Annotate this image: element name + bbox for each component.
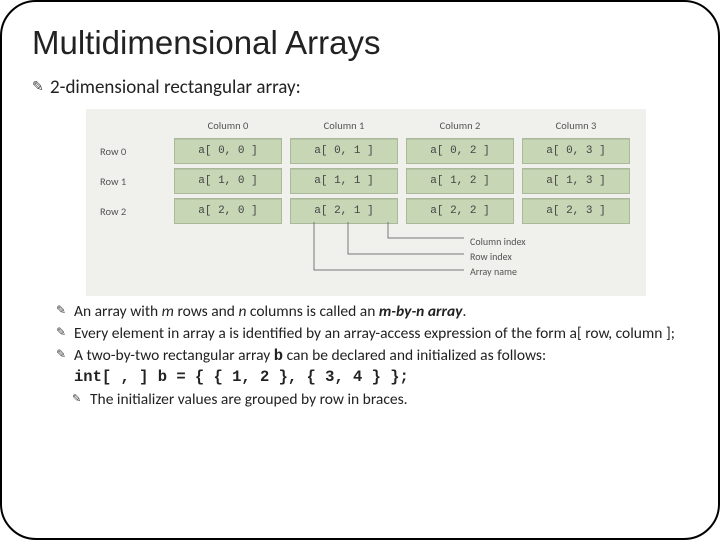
text: An array with xyxy=(74,302,162,321)
col-header-0: Column 0 xyxy=(174,119,282,134)
label-array-name: Array name xyxy=(470,264,526,279)
annotation-area: Column index Row index Array name xyxy=(174,226,636,288)
row-header-0: Row 0 xyxy=(96,145,166,158)
row-header-1: Row 1 xyxy=(96,175,166,188)
cell-1-1: a[ 1, 1 ] xyxy=(290,168,398,194)
text: A two-by-two rectangular array xyxy=(74,346,274,365)
bullet-1: An array with m rows and n columns is ca… xyxy=(56,302,682,322)
cell-2-2: a[ 2, 2 ] xyxy=(406,198,514,224)
annotation-labels: Column index Row index Array name xyxy=(470,234,526,279)
em-m: m xyxy=(162,302,174,321)
row-header-2: Row 2 xyxy=(96,205,166,218)
cell-2-1: a[ 2, 1 ] xyxy=(290,198,398,224)
array-grid: Column 0 Column 1 Column 2 Column 3 Row … xyxy=(96,119,636,224)
array-diagram: Column 0 Column 1 Column 2 Column 3 Row … xyxy=(86,109,646,296)
bullet-2: Every element in array a is identified b… xyxy=(56,324,682,344)
cell-2-0: a[ 2, 0 ] xyxy=(174,198,282,224)
code-line: int[ , ] b = { { 1, 2 }, { 3, 4 } }; xyxy=(56,368,682,388)
label-column-index: Column index xyxy=(470,234,526,249)
cell-2-3: a[ 2, 3 ] xyxy=(522,198,630,224)
cell-1-2: a[ 1, 2 ] xyxy=(406,168,514,194)
cell-1-3: a[ 1, 3 ] xyxy=(522,168,630,194)
term-mbyn: m-by-n array xyxy=(379,302,463,321)
text: can be declared and initialized as follo… xyxy=(283,346,546,365)
code-b: b xyxy=(274,347,283,365)
text: columns is called an xyxy=(246,302,378,321)
text: . xyxy=(462,302,466,321)
slide-frame: Multidimensional Arrays 2-dimensional re… xyxy=(0,0,720,540)
bullet-3: A two-by-two rectangular array b can be … xyxy=(56,346,682,367)
col-header-3: Column 3 xyxy=(522,119,630,134)
label-row-index: Row index xyxy=(470,249,526,264)
arrow-lines-icon xyxy=(304,222,474,284)
lead-bullet: 2-dimensional rectangular array: xyxy=(32,76,688,99)
cell-0-1: a[ 0, 1 ] xyxy=(290,138,398,164)
cell-0-3: a[ 0, 3 ] xyxy=(522,138,630,164)
text: rows and xyxy=(174,302,239,321)
cell-0-2: a[ 0, 2 ] xyxy=(406,138,514,164)
cell-0-0: a[ 0, 0 ] xyxy=(174,138,282,164)
bullet-4: The initializer values are grouped by ro… xyxy=(56,390,682,410)
slide-title: Multidimensional Arrays xyxy=(32,24,688,62)
bullet-list: An array with m rows and n columns is ca… xyxy=(32,302,688,410)
col-header-2: Column 2 xyxy=(406,119,514,134)
cell-1-0: a[ 1, 0 ] xyxy=(174,168,282,194)
col-header-1: Column 1 xyxy=(290,119,398,134)
